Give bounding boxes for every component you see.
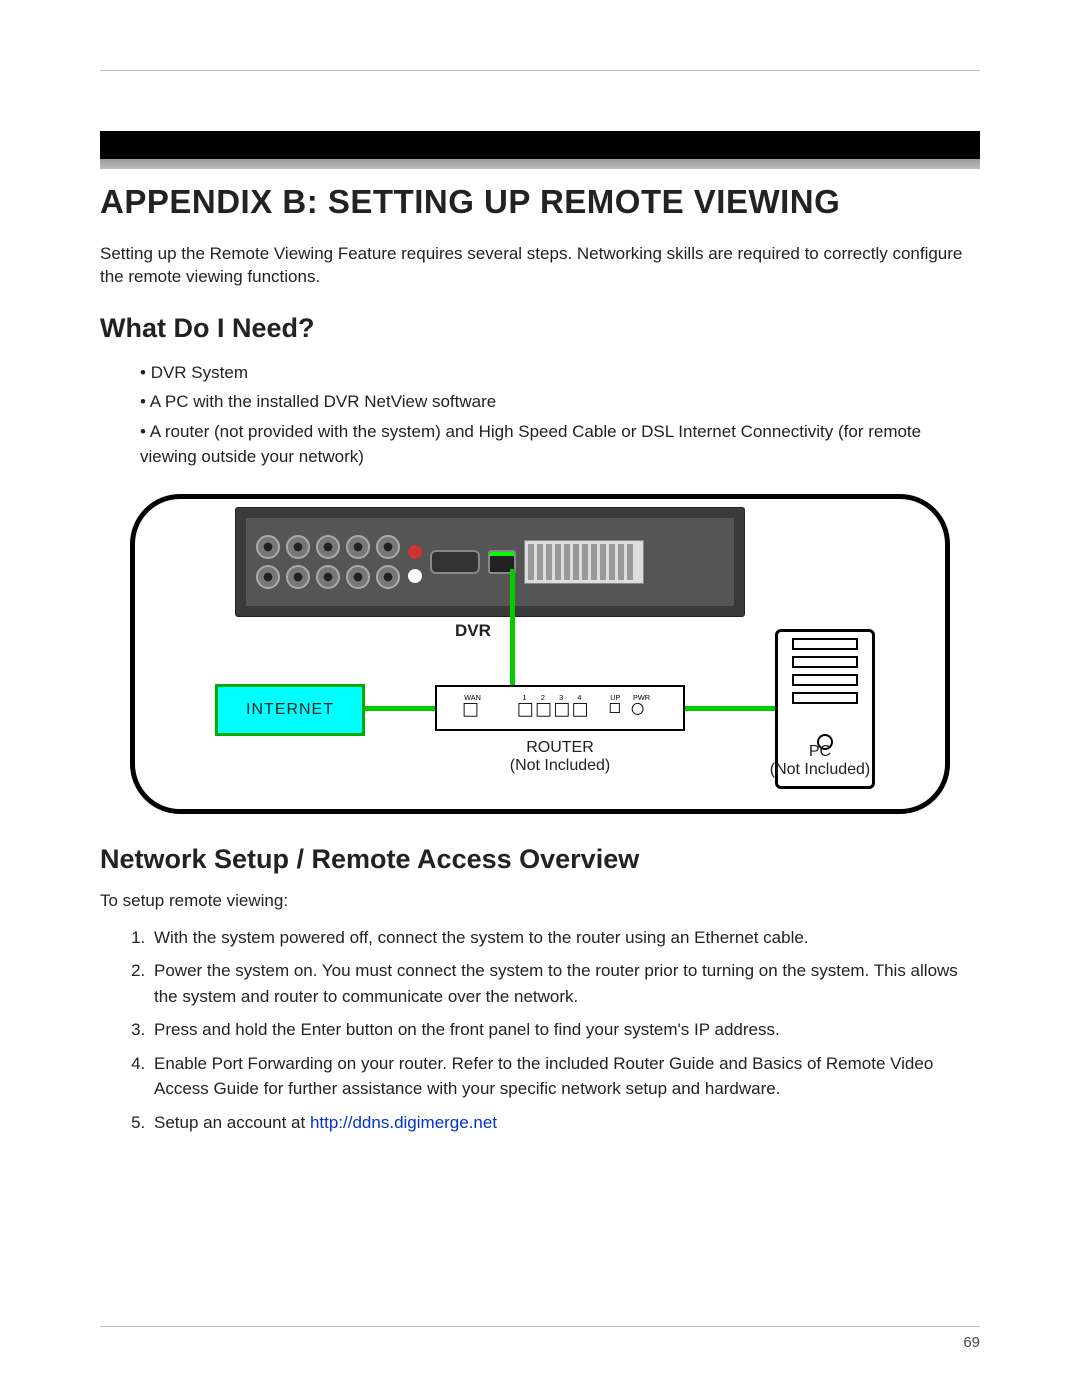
router-note: (Not Included) — [435, 757, 685, 775]
list-item: A PC with the installed DVR NetView soft… — [140, 389, 980, 415]
router-port-wan: WAN — [464, 693, 481, 702]
pc-caption: PC (Not Included) — [695, 743, 945, 779]
router-device: WAN 1 2 3 4 UP PWR — [435, 685, 685, 731]
network-diagram: DVR INTERNET WAN 1 2 3 4 UP PWR ROUTER (… — [130, 494, 950, 814]
pc-note: (Not Included) — [695, 761, 945, 779]
header-black-bar — [100, 131, 980, 159]
intro-paragraph: Setting up the Remote Viewing Feature re… — [100, 243, 980, 289]
internet-label: INTERNET — [246, 701, 334, 719]
vga-port-icon — [430, 550, 480, 574]
steps-list: With the system powered off, connect the… — [100, 925, 980, 1136]
terminal-block-icon — [524, 540, 644, 584]
step-item: Enable Port Forwarding on your router. R… — [150, 1051, 980, 1102]
section-network-setup: Network Setup / Remote Access Overview — [100, 844, 980, 875]
step5-prefix: Setup an account at — [154, 1113, 310, 1132]
needs-list: DVR System A PC with the installed DVR N… — [100, 360, 980, 470]
svg-text:1: 1 — [523, 693, 527, 702]
cable-router-pc — [683, 706, 778, 711]
router-caption: ROUTER (Not Included) — [435, 739, 685, 775]
page-title: APPENDIX B: SETTING UP REMOTE VIEWING — [100, 183, 980, 221]
router-label: ROUTER — [435, 739, 685, 757]
dvr-label: DVR — [455, 621, 491, 641]
svg-text:4: 4 — [577, 693, 581, 702]
step-item: Press and hold the Enter button on the f… — [150, 1017, 980, 1043]
ddns-link[interactable]: http://ddns.digimerge.net — [310, 1113, 497, 1132]
section-what-do-i-need: What Do I Need? — [100, 313, 980, 344]
header-grey-bar — [100, 159, 980, 169]
list-item: DVR System — [140, 360, 980, 386]
cable-internet-router — [363, 706, 438, 711]
step-item: Setup an account at http://ddns.digimerg… — [150, 1110, 980, 1136]
svg-text:PWR: PWR — [633, 693, 650, 702]
top-rule — [100, 70, 980, 71]
bottom-rule — [100, 1326, 980, 1327]
svg-text:3: 3 — [559, 693, 563, 702]
steps-lead: To setup remote viewing: — [100, 891, 980, 911]
list-item: A router (not provided with the system) … — [140, 419, 980, 470]
page-number: 69 — [963, 1334, 980, 1351]
dvr-device — [235, 507, 745, 617]
svg-text:UP: UP — [610, 693, 620, 702]
svg-text:2: 2 — [541, 693, 545, 702]
step-item: Power the system on. You must connect th… — [150, 958, 980, 1009]
step-item: With the system powered off, connect the… — [150, 925, 980, 951]
internet-box: INTERNET — [215, 684, 365, 736]
pc-label: PC — [695, 743, 945, 761]
